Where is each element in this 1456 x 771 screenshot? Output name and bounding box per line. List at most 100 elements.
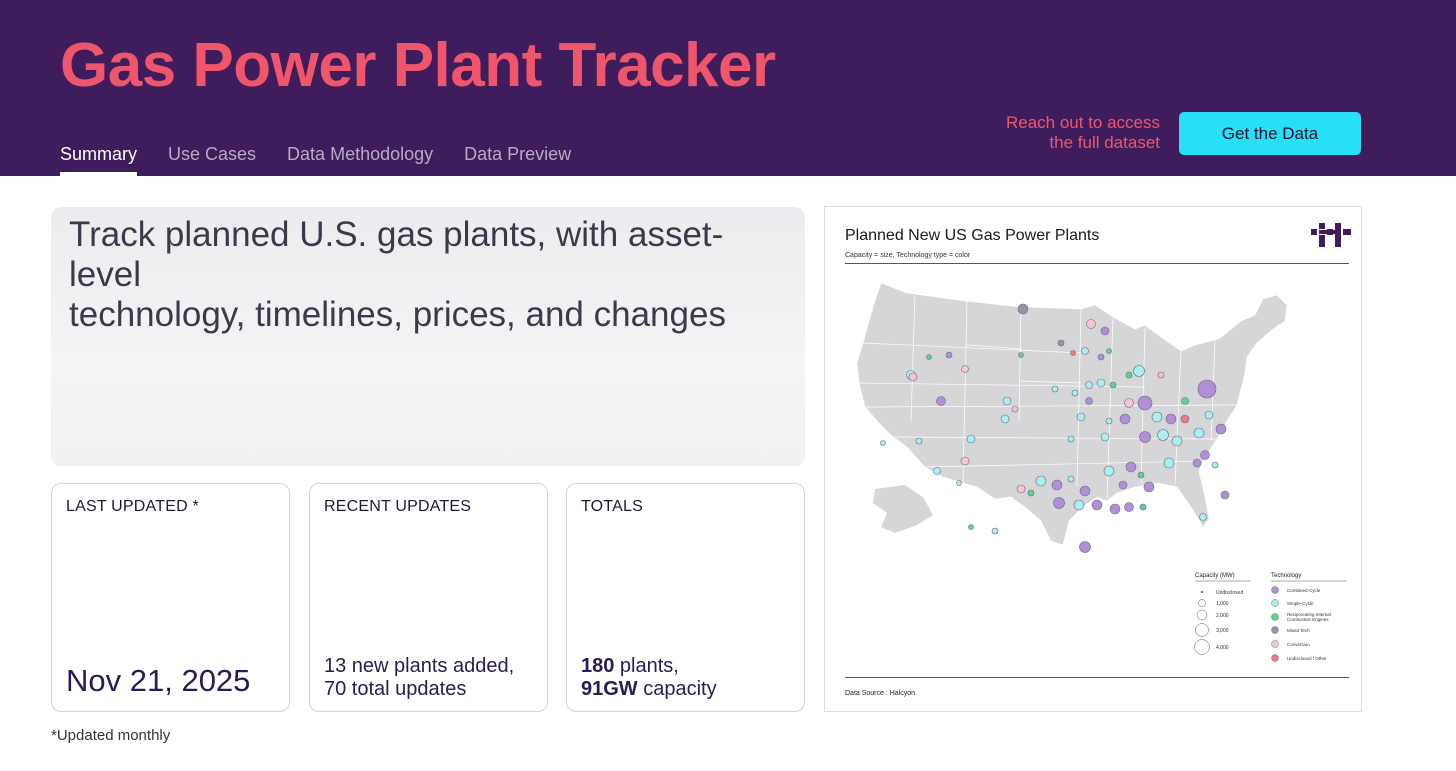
plant-marker bbox=[1085, 397, 1093, 405]
totals-plants: 180 plants, bbox=[581, 655, 717, 678]
last-updated-card: LAST UPDATED * Nov 21, 2025 bbox=[51, 483, 290, 712]
plant-marker bbox=[1151, 411, 1163, 423]
plant-marker bbox=[1067, 475, 1075, 483]
plant-marker bbox=[1018, 352, 1024, 358]
tab-use-cases[interactable]: Use Cases bbox=[168, 140, 256, 176]
legend-capacity-label: Undisclosed bbox=[1216, 590, 1243, 596]
plant-marker bbox=[960, 456, 970, 466]
last-updated-label: LAST UPDATED * bbox=[66, 498, 199, 515]
last-updated-value: Nov 21, 2025 bbox=[66, 663, 251, 698]
plant-marker bbox=[1124, 398, 1134, 408]
plant-marker bbox=[1165, 413, 1177, 425]
plant-marker bbox=[1011, 405, 1019, 413]
totals-card: TOTALS 180 plants, 91GW capacity bbox=[566, 483, 805, 712]
hero-panel: Track planned U.S. gas plants, with asse… bbox=[51, 207, 805, 466]
plant-marker bbox=[1105, 417, 1113, 425]
plant-marker bbox=[1051, 385, 1059, 393]
plant-marker bbox=[908, 372, 918, 382]
legend-size-undisclosed bbox=[1201, 591, 1203, 593]
legend-capacity-label: 3,000 bbox=[1216, 628, 1229, 634]
hero-headline: Track planned U.S. gas plants, with asse… bbox=[69, 215, 789, 335]
totals-plants-suffix: plants, bbox=[614, 655, 679, 677]
legend-capacity-label: 4,000 bbox=[1216, 645, 1229, 651]
legend-tech-label: Combined-Cycle bbox=[1287, 588, 1321, 593]
legend-swatch-recip-engines bbox=[1271, 613, 1279, 621]
plant-marker bbox=[926, 354, 932, 360]
tab-summary[interactable]: Summary bbox=[60, 140, 138, 176]
plant-marker bbox=[915, 437, 923, 445]
alaska-landmass bbox=[873, 485, 933, 533]
legend-size-1000 bbox=[1198, 599, 1206, 607]
plant-marker bbox=[1100, 326, 1110, 336]
hero-line1: Track planned U.S. gas plants, with asse… bbox=[69, 215, 724, 294]
plant-marker bbox=[1057, 339, 1065, 347]
cta-text-line1: Reach out to access bbox=[1005, 113, 1160, 132]
plant-marker bbox=[1071, 389, 1079, 397]
map-legend: Capacity (MW) Undisclosed 1,000 2,000 3,… bbox=[1194, 573, 1347, 662]
plant-marker bbox=[1163, 457, 1175, 469]
plant-marker bbox=[1171, 435, 1183, 447]
legend-capacity-title: Capacity (MW) bbox=[1195, 573, 1235, 579]
plant-marker bbox=[1017, 303, 1029, 315]
tab-data-methodology[interactable]: Data Methodology bbox=[287, 140, 433, 176]
cta-text-line2: the full dataset bbox=[1049, 133, 1160, 152]
plant-marker bbox=[991, 527, 999, 535]
plant-marker bbox=[1079, 541, 1091, 553]
cta-text: Reach out to access the full dataset bbox=[960, 113, 1160, 153]
legend-size-2000 bbox=[1196, 609, 1208, 621]
plant-marker bbox=[1076, 412, 1086, 422]
plant-marker bbox=[1211, 461, 1219, 469]
plant-marker bbox=[1180, 414, 1190, 424]
plant-marker bbox=[1100, 432, 1110, 442]
legend-tech-label: Mixed Tech bbox=[1287, 628, 1310, 633]
plant-marker bbox=[1192, 458, 1202, 468]
plant-marker bbox=[1097, 353, 1105, 361]
legend-tech-label: Simple-Cycle bbox=[1287, 601, 1314, 606]
plant-marker bbox=[1035, 475, 1047, 487]
plant-marker bbox=[1053, 497, 1065, 509]
plant-marker bbox=[1133, 365, 1145, 377]
get-the-data-button[interactable]: Get the Data bbox=[1179, 112, 1361, 155]
tab-bar: Summary Use Cases Data Methodology Data … bbox=[60, 140, 602, 176]
plant-marker bbox=[1119, 413, 1131, 425]
plant-marker bbox=[1200, 450, 1210, 460]
totals-capacity: 91GW capacity bbox=[581, 678, 717, 701]
plant-marker bbox=[880, 440, 886, 446]
plant-marker bbox=[1204, 410, 1214, 420]
totals-plants-number: 180 bbox=[581, 655, 615, 677]
legend-tech-label: Undisclosed / Other bbox=[1287, 656, 1327, 661]
footnote: *Updated monthly bbox=[51, 727, 171, 744]
legend-size-3000 bbox=[1195, 623, 1209, 637]
plant-marker bbox=[966, 434, 976, 444]
plant-marker bbox=[1085, 381, 1093, 389]
plant-marker bbox=[945, 351, 953, 359]
map-subtitle: Capacity = size, Technology type = color bbox=[845, 252, 971, 259]
plant-marker bbox=[1197, 379, 1217, 399]
plant-marker bbox=[1193, 427, 1205, 439]
legend-swatch-simple-cycle bbox=[1271, 599, 1279, 607]
legend-swatch-conversion bbox=[1271, 640, 1279, 648]
plant-marker bbox=[1027, 489, 1035, 497]
legend-size-4000 bbox=[1194, 639, 1210, 655]
legend-tech-label: Conversion bbox=[1287, 642, 1310, 647]
plant-marker bbox=[1215, 423, 1227, 435]
plant-marker bbox=[1125, 371, 1133, 379]
plant-marker bbox=[1106, 348, 1112, 354]
plant-marker bbox=[1109, 503, 1121, 515]
legend-swatch-combined-cycle bbox=[1271, 586, 1279, 594]
legend-tech-title: Technology bbox=[1271, 573, 1301, 579]
plant-marker bbox=[968, 524, 974, 530]
map-panel: Planned New US Gas Power Plants Capacity… bbox=[824, 206, 1362, 712]
legend-swatch-mixed-tech bbox=[1271, 626, 1279, 634]
hero-line2: technology, timelines, prices, and chang… bbox=[69, 295, 726, 334]
recent-updates-label: RECENT UPDATES bbox=[324, 498, 472, 515]
plant-marker bbox=[1067, 435, 1075, 443]
plant-marker bbox=[956, 480, 962, 486]
tab-data-preview[interactable]: Data Preview bbox=[464, 140, 571, 176]
plant-marker bbox=[1157, 429, 1169, 441]
plant-marker bbox=[1139, 503, 1147, 511]
plant-marker bbox=[1096, 378, 1106, 388]
plant-marker bbox=[1125, 461, 1137, 473]
legend-tech-label: Combustion Engines bbox=[1287, 617, 1329, 622]
brand-logo-icon bbox=[1311, 223, 1351, 247]
